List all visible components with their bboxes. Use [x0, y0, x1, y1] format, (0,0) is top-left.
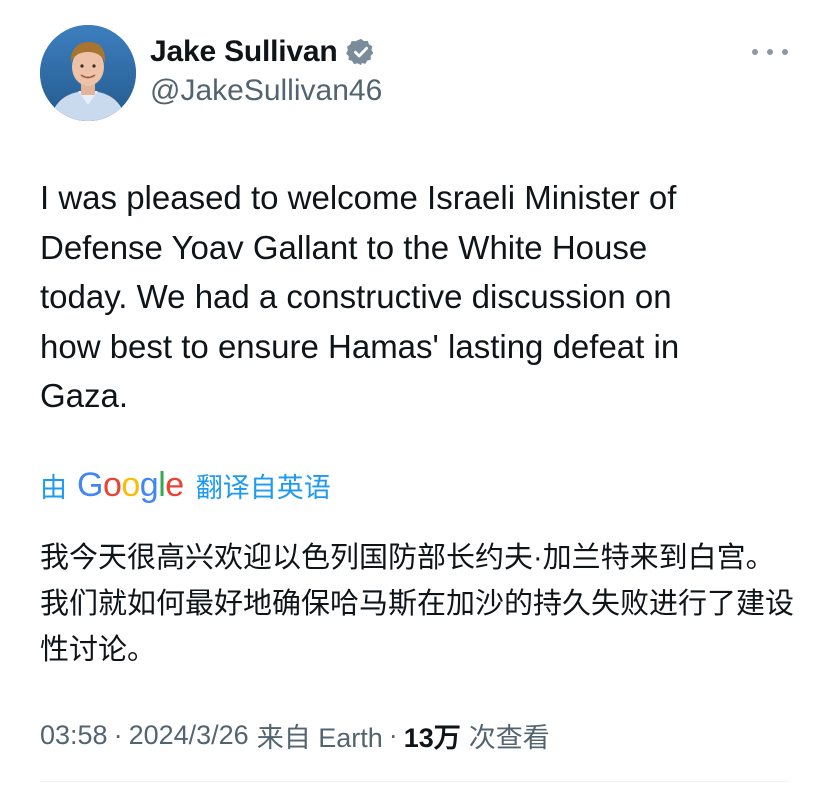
tweet-time[interactable]: 03:58	[40, 720, 108, 751]
more-dot-icon	[782, 49, 788, 55]
google-logo: Google	[77, 465, 184, 504]
tweet-source: 来自 Earth	[256, 722, 383, 753]
tweet-date[interactable]: 2024/3/26	[129, 720, 249, 751]
translate-action-label: 翻译自英语	[195, 472, 331, 503]
views-count[interactable]: 13万	[404, 716, 461, 755]
meta-separator: ·	[388, 719, 398, 750]
more-dot-icon	[752, 49, 758, 55]
tweet-meta: 03:58 · 2024/3/26 来自 Earth · 13万 次查看	[40, 713, 550, 757]
translate-by-label: 由	[40, 472, 67, 503]
avatar-image	[40, 25, 136, 121]
divider	[40, 781, 788, 782]
views-label: 次查看	[468, 722, 550, 753]
tweet-text: I was pleased to welcome Israeli Ministe…	[40, 179, 680, 414]
meta-separator: ·	[113, 719, 123, 750]
more-dot-icon	[767, 49, 773, 55]
author-display-name[interactable]: Jake Sullivan	[150, 35, 338, 69]
author-handle[interactable]: @JakeSullivan46	[150, 74, 382, 108]
avatar[interactable]	[40, 25, 136, 121]
verified-badge-icon	[345, 37, 376, 67]
more-options-button[interactable]	[752, 38, 788, 66]
tweet: Jake Sullivan @JakeSullivan46 I was plea…	[0, 0, 828, 794]
author-name-row[interactable]: Jake Sullivan	[150, 32, 376, 72]
translated-text: 我今天很高兴欢迎以色列国防部长约夫·加兰特来到白宫。我们就如何最好地确保哈马斯在…	[40, 542, 795, 666]
translate-link[interactable]: 由 Google 翻译自英语	[40, 463, 331, 507]
